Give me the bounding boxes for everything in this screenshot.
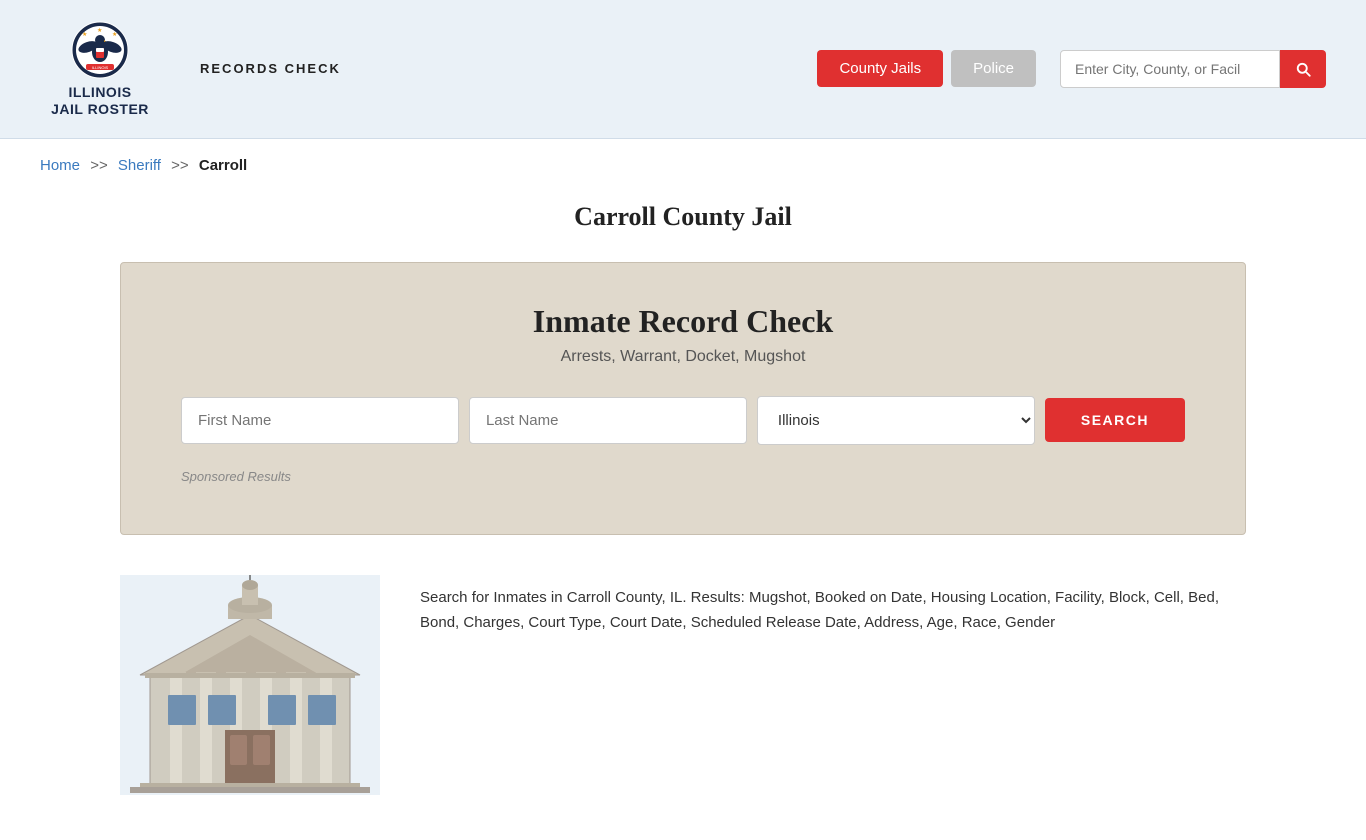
breadcrumb-sep-2: >> (171, 157, 189, 174)
county-jails-button[interactable]: County Jails (817, 50, 943, 87)
sponsored-results-label: Sponsored Results (181, 469, 1185, 484)
inmate-search-subtitle: Arrests, Warrant, Docket, Mugshot (181, 348, 1185, 366)
search-form-row: AlabamaAlaskaArizonaArkansasCaliforniaCo… (181, 396, 1185, 445)
breadcrumb-current: Carroll (199, 157, 247, 174)
header-nav: County Jails Police (817, 50, 1326, 88)
police-button[interactable]: Police (951, 50, 1036, 87)
svg-text:ILLINOIS: ILLINOIS (92, 65, 109, 70)
first-name-input[interactable] (181, 397, 459, 444)
svg-text:★: ★ (112, 31, 117, 38)
svg-text:★: ★ (82, 31, 87, 38)
state-seal-icon: ★ ★ ★ ILLINOIS (70, 20, 130, 80)
breadcrumb-sheriff-link[interactable]: Sheriff (118, 157, 161, 174)
inmate-search-title: Inmate Record Check (181, 303, 1185, 340)
inmate-search-box: Inmate Record Check Arrests, Warrant, Do… (120, 262, 1246, 535)
header-search-input[interactable] (1060, 50, 1280, 88)
header-search-button[interactable] (1280, 50, 1326, 88)
breadcrumb: Home >> Sheriff >> Carroll (0, 139, 1366, 192)
state-select[interactable]: AlabamaAlaskaArizonaArkansasCaliforniaCo… (757, 396, 1035, 445)
logo-area: ★ ★ ★ ILLINOIS ILLINOISJAIL ROSTER (40, 20, 160, 118)
breadcrumb-home-link[interactable]: Home (40, 157, 80, 174)
inmate-search-button[interactable]: SEARCH (1045, 398, 1185, 442)
description-text: Search for Inmates in Carroll County, IL… (420, 575, 1246, 636)
courthouse-svg (120, 575, 380, 795)
last-name-input[interactable] (469, 397, 747, 444)
search-icon (1294, 60, 1312, 78)
svg-text:★: ★ (97, 27, 102, 34)
bottom-section: Search for Inmates in Carroll County, IL… (0, 565, 1366, 840)
header-search-bar (1060, 50, 1326, 88)
logo-text: ILLINOISJAIL ROSTER (51, 84, 149, 118)
page-title: Carroll County Jail (0, 202, 1366, 232)
site-header: ★ ★ ★ ILLINOIS ILLINOISJAIL ROSTER RECOR… (0, 0, 1366, 139)
courthouse-image (120, 575, 380, 800)
breadcrumb-sep-1: >> (90, 157, 108, 174)
records-check-label: RECORDS CHECK (200, 61, 341, 76)
